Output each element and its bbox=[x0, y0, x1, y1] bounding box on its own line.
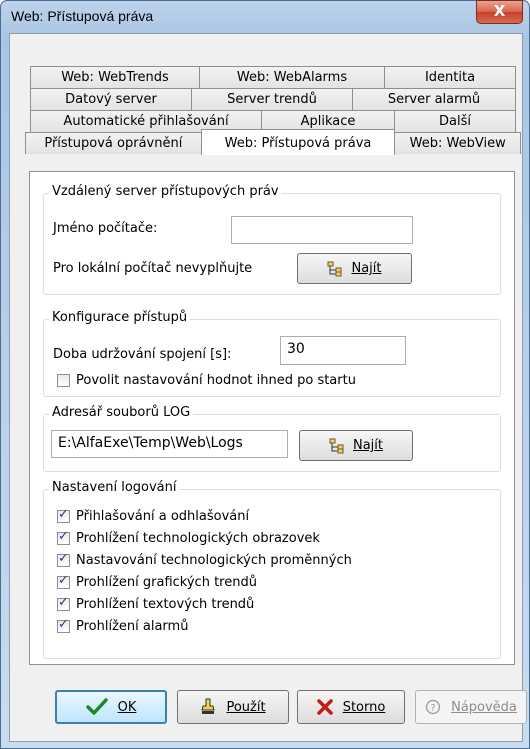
log-option-alarms-box[interactable] bbox=[57, 617, 70, 633]
log-option-screens-label: Prohlížení technologických obrazovek bbox=[76, 531, 320, 546]
title-bar[interactable]: Web: Přístupová práva X bbox=[1, 0, 529, 31]
tab-web-pristupova-prava[interactable]: Web: Přístupová práva bbox=[200, 129, 396, 155]
tab-web-webalarms[interactable]: Web: WebAlarms bbox=[199, 66, 385, 88]
tab-dalsi[interactable]: Další bbox=[394, 110, 516, 132]
log-option-graphic-trends-label: Prohlížení grafických trendů bbox=[76, 575, 257, 590]
log-option-screens-box[interactable] bbox=[57, 529, 70, 545]
allow-after-start-label: Povolit nastavování hodnot ihned po star… bbox=[76, 373, 356, 388]
log-option-alarms[interactable]: Prohlížení alarmů bbox=[57, 617, 189, 634]
ok-button[interactable]: OK bbox=[55, 690, 167, 724]
dialog-window: Web: Přístupová práva X Web: WebTrends W… bbox=[0, 0, 530, 749]
find-computer-button[interactable]: Najít bbox=[297, 253, 412, 284]
access-config-group: Konfigurace přístupů Doba udržování spoj… bbox=[43, 310, 501, 397]
hand-stamp-icon bbox=[201, 698, 216, 714]
logging-legend: Nastavení logování bbox=[49, 480, 180, 495]
tab-server-alarmu[interactable]: Server alarmů bbox=[352, 88, 516, 110]
find-log-dir-label: Najít bbox=[352, 438, 383, 453]
log-option-screens[interactable]: Prohlížení technologických obrazovek bbox=[57, 529, 320, 546]
log-option-variables-label: Nastavování technologických proměnných bbox=[76, 553, 352, 568]
find-log-dir-button[interactable]: Najít bbox=[299, 430, 413, 461]
keepalive-input[interactable]: 30 bbox=[280, 336, 406, 365]
remote-server-legend: Vzdálený server přístupových práv bbox=[49, 184, 282, 199]
log-option-text-trends-box[interactable] bbox=[57, 595, 70, 611]
apply-button[interactable]: Použít bbox=[177, 690, 289, 724]
ok-label: OK bbox=[117, 699, 137, 715]
tab-datovy-server[interactable]: Datový server bbox=[30, 88, 192, 110]
log-option-text-trends-label: Prohlížení textových trendů bbox=[76, 597, 255, 612]
log-option-graphic-trends-box[interactable] bbox=[57, 573, 70, 589]
apply-label: Použít bbox=[226, 699, 266, 715]
tab-row-1: Web: WebTrends Web: WebAlarms Identita bbox=[30, 66, 516, 88]
log-option-text-trends[interactable]: Prohlížení textových trendů bbox=[57, 595, 255, 612]
log-dir-legend: Adresář souborů LOG bbox=[49, 405, 194, 420]
tab-page: Vzdálený server přístupových práv Jméno … bbox=[29, 171, 515, 665]
remote-server-group: Vzdálený server přístupových práv Jméno … bbox=[43, 184, 501, 295]
log-dir-input[interactable]: E:\AlfaExe\Temp\Web\Logs bbox=[51, 430, 288, 458]
window-title: Web: Přístupová práva bbox=[11, 8, 154, 24]
help-label: Nápověda bbox=[451, 699, 517, 715]
help-button[interactable]: ? Nápověda bbox=[415, 690, 527, 724]
allow-after-start-checkbox[interactable]: Povolit nastavování hodnot ihned po star… bbox=[57, 373, 356, 388]
logging-group: Nastavení logování Přihlašování a odhlaš… bbox=[43, 480, 501, 659]
tab-identita[interactable]: Identita bbox=[384, 66, 516, 88]
log-dir-group: Adresář souborů LOG E:\AlfaExe\Temp\Web\… bbox=[43, 405, 501, 472]
local-computer-hint: Pro lokální počítač nevyplňujte bbox=[53, 261, 253, 276]
tab-pristupova-opravneni[interactable]: Přístupová oprávnění bbox=[25, 132, 202, 154]
svg-text:?: ? bbox=[430, 703, 435, 714]
cancel-label: Storno bbox=[342, 699, 386, 715]
log-option-variables[interactable]: Nastavování technologických proměnných bbox=[57, 551, 352, 568]
allow-after-start-box[interactable] bbox=[57, 374, 70, 387]
tab-web-webtrends[interactable]: Web: WebTrends bbox=[30, 66, 200, 88]
help-icon: ? bbox=[425, 699, 441, 715]
computer-name-input[interactable] bbox=[231, 216, 413, 244]
access-config-legend: Konfigurace přístupů bbox=[49, 310, 191, 325]
log-option-login-label: Přihlašování a odhlašování bbox=[76, 509, 250, 524]
cancel-button[interactable]: Storno bbox=[297, 690, 405, 724]
red-x-icon bbox=[316, 699, 333, 715]
log-option-graphic-trends[interactable]: Prohlížení grafických trendů bbox=[57, 573, 257, 590]
computer-name-label: Jméno počítače: bbox=[53, 221, 158, 236]
find-computer-label: Najít bbox=[351, 261, 382, 276]
tab-row-2: Datový server Server trendů Server alarm… bbox=[30, 88, 516, 110]
log-option-variables-box[interactable] bbox=[57, 551, 70, 567]
log-option-alarms-label: Prohlížení alarmů bbox=[76, 619, 189, 634]
close-button[interactable]: X bbox=[476, 0, 523, 24]
tab-server-trendu[interactable]: Server trendů bbox=[191, 88, 353, 110]
tab-row-4: Přístupová oprávnění Web: Přístupová prá… bbox=[25, 129, 522, 155]
checkmark-icon bbox=[85, 698, 108, 715]
keepalive-label: Doba udržování spojení [s]: bbox=[53, 347, 232, 362]
log-option-login[interactable]: Přihlašování a odhlašování bbox=[57, 507, 250, 524]
log-option-login-box[interactable] bbox=[57, 507, 70, 523]
folder-tree-icon bbox=[329, 438, 344, 453]
tab-web-webview[interactable]: Web: WebView bbox=[394, 132, 522, 154]
folder-tree-icon bbox=[327, 261, 342, 276]
